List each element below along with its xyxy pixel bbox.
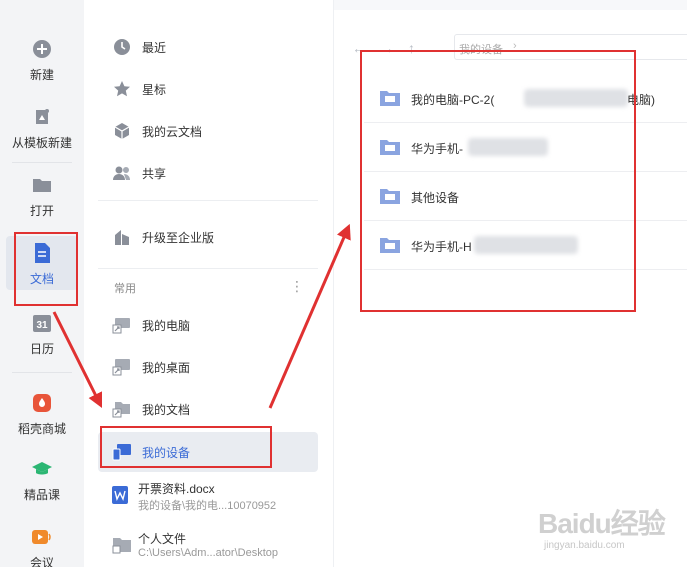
nav-my-documents[interactable]: 我的文档 [98,392,318,426]
recent-folder-path: C:\Users\Adm...ator\Desktop [138,547,278,559]
nav-starred-label: 星标 [142,82,167,97]
nav-recent-label: 最近 [142,40,167,55]
meeting-icon [31,526,53,548]
nav-starred[interactable]: 星标 [98,72,318,106]
rail-meeting-label: 会议 [29,556,54,567]
section-more-icon[interactable]: ⋮ [290,278,304,295]
calendar-badge: 31 [36,320,48,331]
annotation-box-my-devices [100,426,272,468]
nav-my-computer-label: 我的电脑 [142,318,191,333]
nav-divider-2 [98,268,318,269]
nav-my-desktop-label: 我的桌面 [142,360,191,375]
recent-file-item[interactable]: 开票资料.docx 我的设备\我的电...10070952 [98,480,328,524]
nav-upgrade[interactable]: 升级至企业版 [98,220,318,254]
recent-file-name: 开票资料.docx [138,482,215,496]
nav-my-documents-label: 我的文档 [142,402,191,417]
rail-divider-2 [12,372,72,373]
rail-open[interactable]: 打开 [6,174,78,224]
rail-new-label: 新建 [29,68,54,82]
baidu-jingyan-watermark: Baidu经验 jingyan.baidu.com [538,500,668,560]
rail-docer-store[interactable]: 稻壳商城 [6,392,78,442]
docer-store-icon [31,392,53,414]
recent-file-path: 我的设备\我的电...10070952 [138,500,277,512]
nav-my-desktop[interactable]: 我的桌面 [98,350,318,384]
rail-meeting[interactable]: 会议 [6,526,78,567]
watermark-brand: Baidu经验 [538,508,666,539]
desktop-shortcut-icon [112,357,132,377]
watermark-url: jingyan.baidu.com [544,540,625,551]
clock-icon [112,37,132,57]
nav-divider [98,200,318,201]
nav-recent[interactable]: 最近 [98,30,318,64]
rail-from-template-label: 从模板新建 [11,136,72,150]
rail-courses[interactable]: 精品课 [6,458,78,508]
section-label-common: 常用 [114,283,136,295]
building-icon [112,227,132,247]
nav-upgrade-label: 升级至企业版 [142,230,215,245]
rail-calendar-label: 日历 [29,342,54,356]
rail-from-template[interactable]: 从模板新建 [6,106,78,156]
title-strip [334,0,687,10]
rail-calendar[interactable]: 31 日历 [6,312,78,362]
graduation-cap-icon [31,458,53,480]
computer-shortcut-icon [112,315,132,335]
app-window: 新建 从模板新建 打开 文档 31 日历 稻壳商城 精品课 会议 最近 星标 我… [0,0,687,567]
rail-new[interactable]: 新建 [6,38,78,88]
folder-icon [31,174,53,196]
recent-folder-name: 个人文件 [138,532,187,546]
word-doc-icon [112,486,130,504]
annotation-box-device-list [360,50,636,312]
nav-my-computer[interactable]: 我的电脑 [98,308,318,342]
nav-column: 最近 星标 我的云文档 共享 升级至企业版 常用 ⋮ 我的电脑 我的桌面 我的文… [84,0,332,567]
rail-open-label: 打开 [29,204,54,218]
nav-cloud-docs-label: 我的云文档 [142,124,203,139]
rail-divider [12,162,72,163]
folder-shortcut-icon [112,536,131,554]
plus-circle-icon [31,38,53,60]
star-icon [112,79,132,99]
nav-cloud-docs[interactable]: 我的云文档 [98,114,318,148]
annotation-box-documents [14,232,78,306]
folder-shortcut-icon [112,399,132,419]
cloud-cube-icon [112,121,132,141]
recent-folder-item[interactable]: 个人文件 C:\Users\Adm...ator\Desktop [98,530,328,567]
rail-courses-label: 精品课 [23,488,60,502]
calendar-icon: 31 [31,312,53,334]
template-icon [31,106,53,128]
nav-shared-label: 共享 [142,166,167,181]
rail-docer-store-label: 稻壳商城 [17,422,66,436]
people-icon [112,163,132,183]
nav-shared[interactable]: 共享 [98,156,318,190]
